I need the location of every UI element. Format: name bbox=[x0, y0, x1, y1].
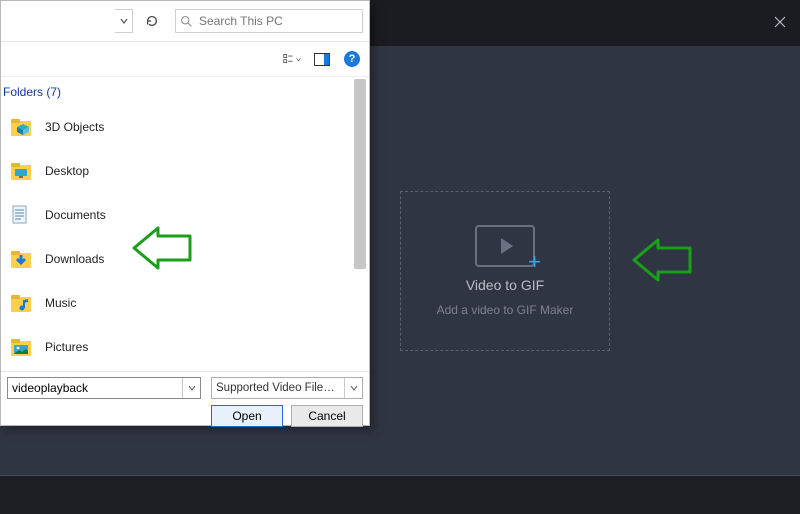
folder-label: Downloads bbox=[45, 252, 104, 266]
chevron-down-icon[interactable] bbox=[182, 378, 200, 398]
dialog-addressbar bbox=[1, 1, 369, 41]
video-dropzone[interactable]: + Video to GIF Add a video to GIF Maker bbox=[400, 191, 610, 351]
cancel-button[interactable]: Cancel bbox=[291, 405, 363, 427]
open-button[interactable]: Open bbox=[211, 405, 283, 427]
preview-pane-button[interactable] bbox=[313, 50, 331, 68]
refresh-button[interactable] bbox=[139, 9, 165, 33]
address-history-dropdown[interactable] bbox=[115, 9, 133, 33]
dropzone-title: Video to GIF bbox=[466, 277, 544, 293]
file-open-dialog: ? Folders (7) 3D Objects Desktop Documen… bbox=[0, 0, 370, 426]
filename-input[interactable] bbox=[8, 381, 182, 395]
folder-label: Desktop bbox=[45, 164, 89, 178]
folder-label: Music bbox=[45, 296, 76, 310]
pictures-icon bbox=[9, 335, 33, 359]
dialog-footer: Supported Video Files (*.ts;*.mt Open Ca… bbox=[1, 371, 369, 425]
filename-combobox[interactable] bbox=[7, 377, 201, 399]
search-input-wrap[interactable] bbox=[175, 9, 363, 33]
search-input[interactable] bbox=[199, 14, 358, 28]
view-options-button[interactable] bbox=[283, 50, 301, 68]
dropzone-subtitle: Add a video to GIF Maker bbox=[437, 303, 574, 317]
scrollbar[interactable] bbox=[353, 79, 367, 369]
desktop-icon bbox=[9, 159, 33, 183]
dialog-toolbar: ? bbox=[1, 41, 369, 77]
3dobjects-icon bbox=[9, 115, 33, 139]
folders-header: Folders (7) bbox=[1, 77, 369, 105]
folder-item-3dobjects[interactable]: 3D Objects bbox=[1, 105, 369, 149]
folder-item-pictures[interactable]: Pictures bbox=[1, 325, 369, 369]
app-statusbar bbox=[0, 476, 800, 514]
folder-item-music[interactable]: Music bbox=[1, 281, 369, 325]
video-play-icon: + bbox=[475, 225, 535, 267]
folder-item-desktop[interactable]: Desktop bbox=[1, 149, 369, 193]
chevron-down-icon[interactable] bbox=[344, 378, 362, 398]
documents-icon bbox=[9, 203, 33, 227]
annotation-arrow bbox=[630, 240, 694, 280]
folder-label: Pictures bbox=[45, 340, 88, 354]
search-icon bbox=[180, 15, 193, 28]
help-button[interactable]: ? bbox=[343, 50, 361, 68]
folder-label: Documents bbox=[45, 208, 106, 222]
folder-label: 3D Objects bbox=[45, 120, 104, 134]
close-button[interactable] bbox=[770, 12, 790, 32]
filetype-label: Supported Video Files (*.ts;*.mt bbox=[212, 382, 344, 394]
filetype-combobox[interactable]: Supported Video Files (*.ts;*.mt bbox=[211, 377, 363, 399]
annotation-arrow bbox=[130, 228, 194, 268]
music-icon bbox=[9, 291, 33, 315]
downloads-icon bbox=[9, 247, 33, 271]
scroll-thumb[interactable] bbox=[354, 79, 366, 269]
dialog-body: Folders (7) 3D Objects Desktop Documents… bbox=[1, 77, 369, 371]
plus-icon: + bbox=[528, 249, 541, 275]
